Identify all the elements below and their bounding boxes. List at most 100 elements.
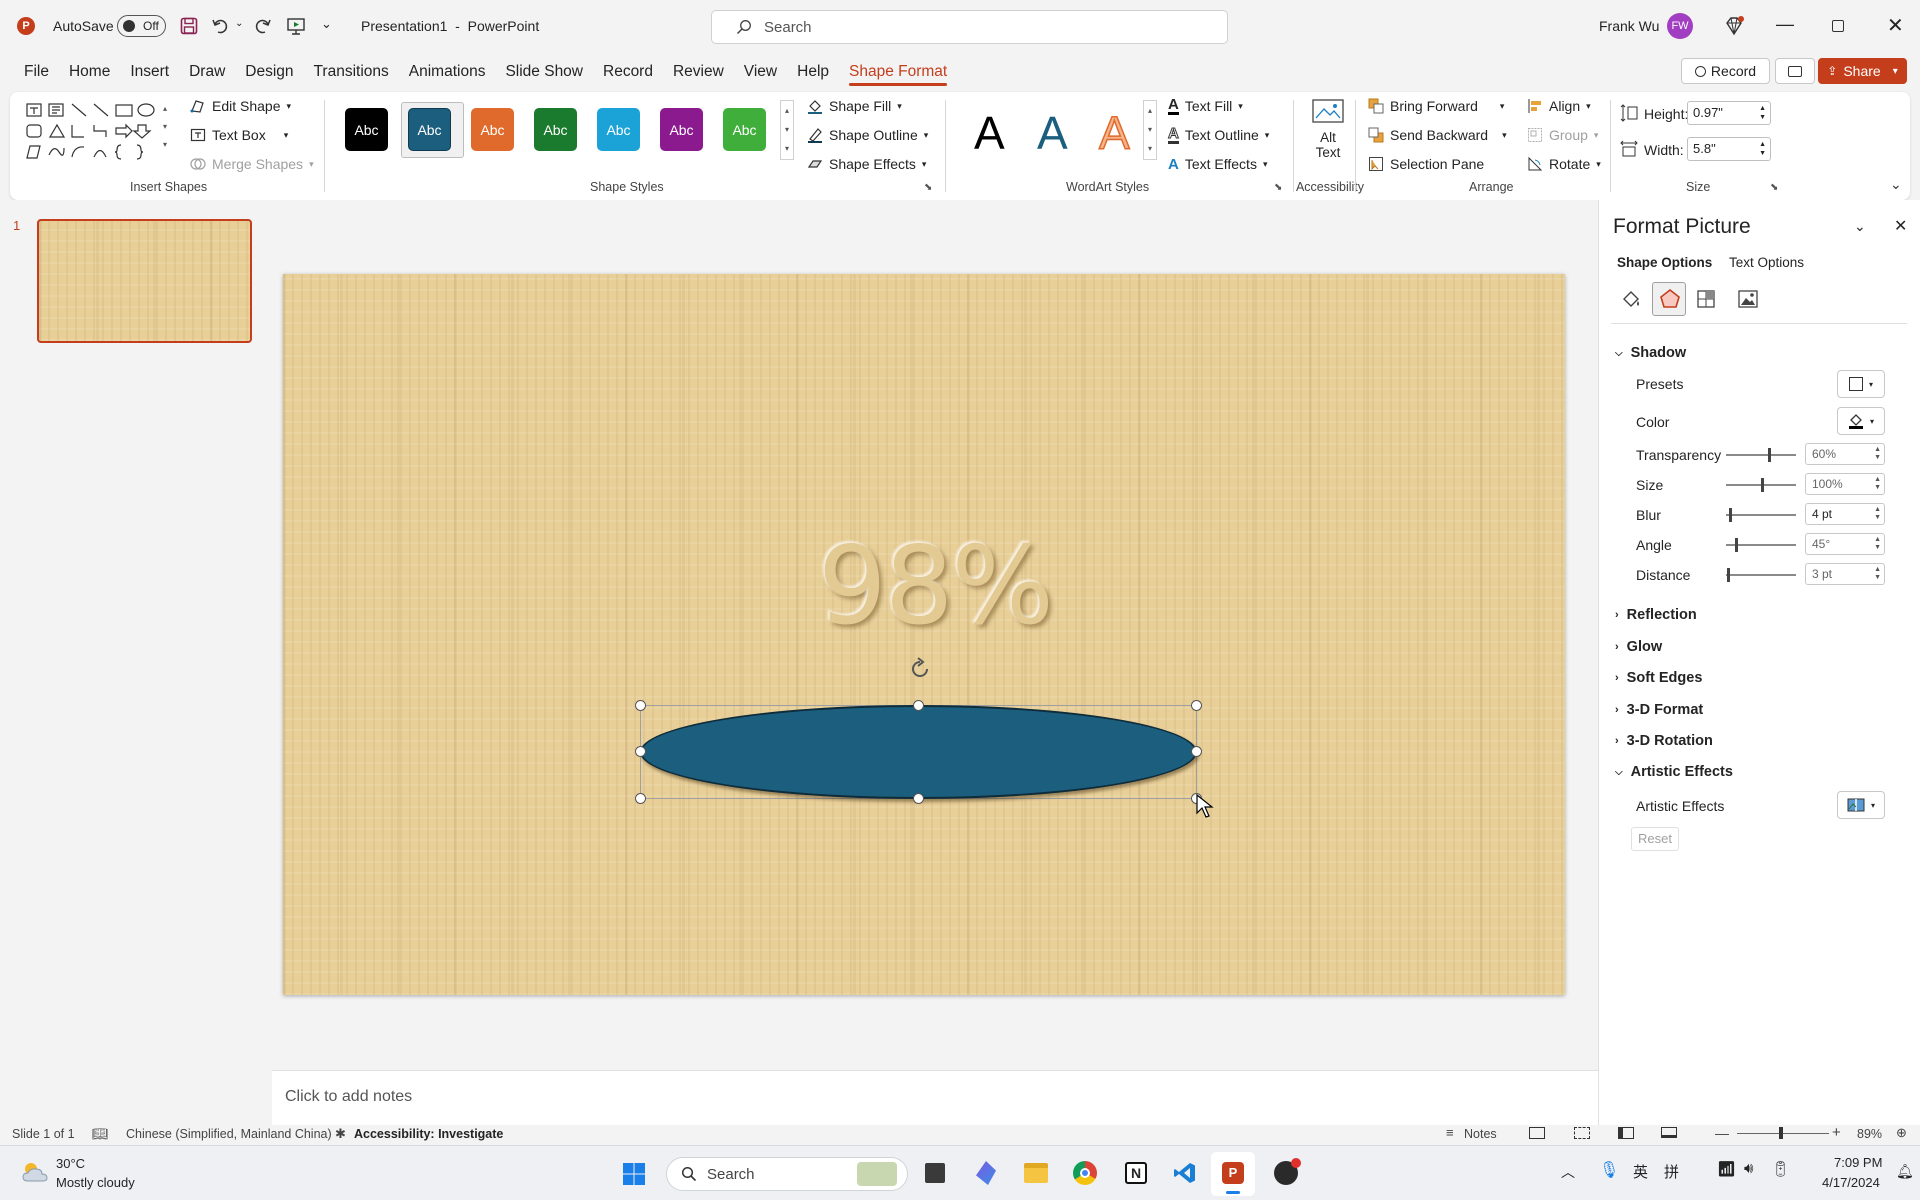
redo-icon[interactable] <box>253 16 273 36</box>
transparency-slider[interactable] <box>1726 448 1796 462</box>
comments-button[interactable] <box>1775 58 1815 84</box>
spin-arrows-icon[interactable]: ▲ ▼ <box>1759 140 1766 158</box>
microphone-icon[interactable]: 🎙︎ <box>1599 1160 1619 1180</box>
align-button[interactable]: Align ▾ <box>1527 94 1591 118</box>
weather-cloud-icon[interactable] <box>20 1160 50 1184</box>
ellipse-shape[interactable] <box>640 705 1197 799</box>
ime-language[interactable]: 英 <box>1633 1161 1648 1182</box>
chatgpt-icon[interactable] <box>1274 1158 1301 1185</box>
spin-arrows-icon[interactable]: ▲ ▼ <box>1874 476 1881 492</box>
tab-design[interactable]: Design <box>235 52 303 92</box>
search-box[interactable]: Search <box>711 10 1228 44</box>
wifi-icon[interactable]: 📶︎ <box>1717 1160 1736 1178</box>
resize-handle[interactable] <box>913 700 924 711</box>
shape-style-swatch[interactable]: Abc <box>597 108 640 151</box>
send-backward-button[interactable]: Send Backward ▾ <box>1368 123 1507 147</box>
ime-mode[interactable]: 拼 <box>1664 1161 1679 1182</box>
restore-icon[interactable] <box>1832 20 1844 32</box>
artistic-effects-section-header[interactable]: ⌵ Artistic Effects <box>1615 764 1733 780</box>
zoom-slider-thumb[interactable] <box>1779 1127 1783 1139</box>
shape-style-swatch[interactable]: Abc <box>408 108 451 151</box>
blur-slider[interactable] <box>1726 508 1796 522</box>
notes-icon[interactable]: ≡ <box>1446 1125 1454 1140</box>
vscode-icon[interactable] <box>1173 1161 1197 1185</box>
reading-view-icon[interactable] <box>1618 1127 1634 1139</box>
tab-help[interactable]: Help <box>787 52 839 92</box>
premium-diamond-icon[interactable] <box>1723 15 1745 37</box>
resize-handle[interactable] <box>913 793 924 804</box>
width-input[interactable]: 5.8" ▲ ▼ <box>1687 137 1771 161</box>
spell-check-icon[interactable]: 📖︎ <box>92 1126 109 1142</box>
pane-options-icon[interactable]: ⌄ <box>1854 218 1866 235</box>
rotate-button[interactable]: Rotate ▾ <box>1527 152 1601 176</box>
tab-slide-show[interactable]: Slide Show <box>495 52 593 92</box>
clock-time[interactable]: 7:09 PM <box>1834 1155 1882 1170</box>
spin-arrows-icon[interactable]: ▲ ▼ <box>1874 566 1881 582</box>
tab-transitions[interactable]: Transitions <box>304 52 399 92</box>
alt-text-button[interactable]: Alt Text <box>1303 98 1353 176</box>
bring-forward-button[interactable]: Bring Forward ▾ <box>1368 94 1504 118</box>
tab-record[interactable]: Record <box>593 52 663 92</box>
slide-thumbnail[interactable] <box>37 219 252 343</box>
shadow-section-header[interactable]: ⌵ Shadow <box>1615 345 1686 361</box>
undo-icon[interactable] <box>210 16 230 36</box>
slide-canvas[interactable]: 98% <box>283 274 1565 995</box>
present-from-beginning-icon[interactable] <box>286 16 306 36</box>
reflection-section-header[interactable]: › Reflection <box>1615 607 1697 623</box>
resize-handle[interactable] <box>1191 746 1202 757</box>
merge-shapes-button[interactable]: Merge Shapes ▾ <box>190 152 314 176</box>
artistic-effects-dropdown[interactable]: ▾ <box>1837 791 1885 819</box>
share-dropdown-icon[interactable]: ▾ <box>1893 66 1898 77</box>
tab-draw[interactable]: Draw <box>179 52 235 92</box>
record-button[interactable]: Record <box>1681 58 1770 84</box>
file-explorer-icon[interactable] <box>1024 1163 1048 1183</box>
undo-dropdown-icon[interactable]: ⌄ <box>235 18 243 29</box>
wordart-style-black[interactable]: A <box>974 106 1005 160</box>
tab-home[interactable]: Home <box>59 52 120 92</box>
battery-icon[interactable]: 🔋︎ <box>1771 1160 1790 1178</box>
customize-quick-access-icon[interactable]: ⌄ <box>321 16 332 32</box>
edit-shape-button[interactable]: Edit Shape ▾ <box>190 94 291 118</box>
dialog-launcher-icon[interactable]: ⬊ <box>1274 182 1282 193</box>
resize-handle[interactable] <box>635 746 646 757</box>
notes-toggle[interactable]: Notes <box>1464 1127 1497 1141</box>
collapse-ribbon-icon[interactable]: ⌄ <box>1890 176 1902 193</box>
zoom-in-icon[interactable]: + <box>1832 1124 1841 1141</box>
distance-slider[interactable] <box>1726 568 1796 582</box>
angle-input[interactable]: 45° ▲ ▼ <box>1805 533 1885 555</box>
size-input[interactable]: 100% ▲ ▼ <box>1805 473 1885 495</box>
angle-slider[interactable] <box>1726 538 1796 552</box>
slider-thumb[interactable] <box>1734 538 1738 552</box>
tab-shape-options[interactable]: Shape Options <box>1617 255 1712 270</box>
resize-handle[interactable] <box>1191 700 1202 711</box>
save-icon[interactable] <box>180 17 198 35</box>
transparency-input[interactable]: 60% ▲ ▼ <box>1805 443 1885 465</box>
close-pane-icon[interactable]: ✕ <box>1894 216 1907 236</box>
shape-effects-button[interactable]: Shape Effects ▾ <box>807 152 926 176</box>
soft-edges-section-header[interactable]: › Soft Edges <box>1615 670 1702 686</box>
picture-icon[interactable] <box>1736 287 1760 311</box>
shapes-gallery-scroll[interactable]: ▴ ▾ ▾ <box>159 100 171 160</box>
selection-pane-button[interactable]: Selection Pane <box>1368 152 1484 176</box>
presets-dropdown[interactable]: ▾ <box>1837 370 1885 398</box>
wordart-style-orange-outline[interactable]: A <box>1098 106 1130 160</box>
color-dropdown[interactable]: ▾ <box>1837 407 1885 435</box>
3d-rotation-section-header[interactable]: › 3-D Rotation <box>1615 733 1713 749</box>
distance-input[interactable]: 3 pt ▲ ▼ <box>1805 563 1885 585</box>
wordart-scroll[interactable]: ▴ ▾ ▾ <box>1143 100 1157 160</box>
slider-thumb[interactable] <box>1761 478 1764 492</box>
effects-tab-selected[interactable] <box>1652 282 1686 316</box>
taskbar-active-app[interactable]: P <box>1211 1152 1255 1196</box>
dialog-launcher-icon[interactable]: ⬊ <box>1770 182 1778 193</box>
windows-start-icon[interactable] <box>622 1162 646 1186</box>
reset-button[interactable]: Reset <box>1631 827 1679 851</box>
chrome-icon[interactable] <box>1073 1161 1097 1185</box>
blur-input[interactable]: 4 pt ▲ ▼ <box>1805 503 1885 525</box>
autosave-toggle[interactable]: Off <box>117 15 166 37</box>
dialog-launcher-icon[interactable]: ⬊ <box>924 182 932 193</box>
group-button[interactable]: Group ▾ <box>1527 123 1598 147</box>
share-button[interactable]: ⇪ Share ▾ <box>1818 58 1907 84</box>
tab-view[interactable]: View <box>734 52 787 92</box>
3d-format-section-header[interactable]: › 3-D Format <box>1615 702 1703 718</box>
task-view-icon[interactable] <box>925 1163 945 1183</box>
